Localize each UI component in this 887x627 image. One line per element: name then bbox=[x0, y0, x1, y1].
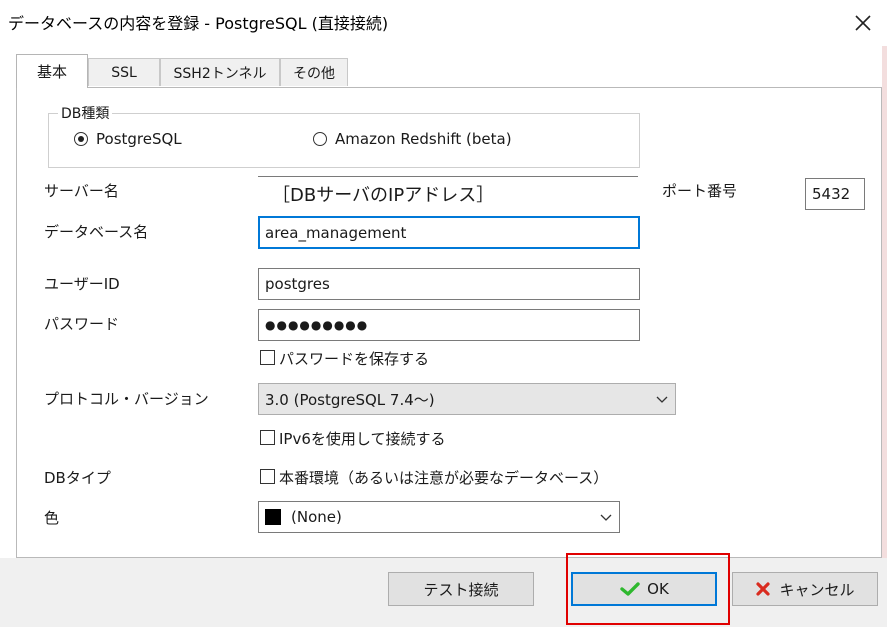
user-id-label: ユーザーID bbox=[44, 275, 120, 293]
user-id-input[interactable]: postgres bbox=[258, 268, 640, 300]
port-input[interactable]: 5432 bbox=[805, 178, 865, 210]
tab-ssh2-tunnel[interactable]: SSH2トンネル bbox=[160, 58, 280, 86]
tab-label: 基本 bbox=[36, 63, 67, 81]
tab-ssl[interactable]: SSL bbox=[88, 58, 160, 86]
window-title: データベースの内容を登録 - PostgreSQL (直接接続) bbox=[8, 14, 389, 33]
protocol-version-select[interactable]: 3.0 (PostgreSQL 7.4〜) bbox=[258, 383, 676, 415]
server-name-value[interactable]: ［DBサーバのIPアドレス］ bbox=[272, 181, 494, 207]
cancel-label: キャンセル bbox=[779, 580, 855, 599]
server-name-label: サーバー名 bbox=[44, 182, 119, 200]
port-value: 5432 bbox=[812, 185, 851, 203]
color-select[interactable]: (None) bbox=[258, 501, 620, 533]
password-input[interactable]: ●●●●●●●●● bbox=[258, 309, 640, 341]
close-icon bbox=[855, 15, 871, 31]
user-id-value: postgres bbox=[265, 275, 330, 293]
production-environment-checkbox[interactable] bbox=[260, 469, 275, 484]
db-type-group-label: DB種類 bbox=[58, 103, 113, 123]
radio-postgresql[interactable] bbox=[74, 132, 88, 146]
radio-selected-dot bbox=[78, 136, 84, 142]
close-button[interactable] bbox=[846, 6, 880, 40]
chevron-down-icon bbox=[600, 514, 612, 521]
password-label: パスワード bbox=[44, 315, 120, 333]
color-label: 色 bbox=[44, 509, 60, 527]
server-name-field-border bbox=[258, 176, 638, 177]
radio-postgresql-label[interactable]: PostgreSQL bbox=[96, 130, 182, 148]
cancel-button[interactable]: キャンセル bbox=[732, 572, 878, 606]
protocol-version-value: 3.0 (PostgreSQL 7.4〜) bbox=[265, 390, 435, 409]
save-password-checkbox[interactable] bbox=[260, 350, 275, 365]
tab-basic[interactable]: 基本 bbox=[16, 54, 88, 88]
chevron-down-icon bbox=[656, 396, 668, 403]
ipv6-label[interactable]: IPv6を使用して接続する bbox=[279, 428, 445, 449]
tab-other[interactable]: その他 bbox=[280, 58, 348, 86]
production-environment-label[interactable]: 本番環境（あるいは注意が必要なデータベース） bbox=[279, 467, 608, 488]
color-value: (None) bbox=[291, 508, 342, 526]
port-label: ポート番号 bbox=[662, 182, 738, 200]
tab-label: SSH2トンネル bbox=[173, 65, 267, 82]
database-name-label: データベース名 bbox=[44, 223, 149, 241]
database-name-value: area_management bbox=[265, 223, 407, 242]
ipv6-checkbox[interactable] bbox=[260, 430, 275, 445]
protocol-version-label: プロトコル・バージョン bbox=[44, 390, 209, 408]
database-name-input[interactable]: area_management bbox=[258, 216, 640, 249]
radio-amazon-redshift-label[interactable]: Amazon Redshift (beta) bbox=[335, 130, 512, 148]
password-value: ●●●●●●●●● bbox=[265, 318, 369, 332]
tab-label: その他 bbox=[293, 65, 335, 82]
ok-button-highlight bbox=[566, 553, 730, 625]
test-connection-label: テスト接続 bbox=[423, 580, 499, 599]
db-type-label: DBタイプ bbox=[44, 469, 111, 487]
color-swatch bbox=[265, 509, 281, 525]
window-edge bbox=[882, 46, 887, 586]
save-password-label[interactable]: パスワードを保存する bbox=[279, 348, 429, 369]
test-connection-button[interactable]: テスト接続 bbox=[388, 572, 534, 606]
radio-amazon-redshift[interactable] bbox=[313, 132, 327, 146]
tab-label: SSL bbox=[111, 64, 137, 81]
dialog-background bbox=[0, 46, 16, 558]
x-icon bbox=[756, 582, 771, 596]
